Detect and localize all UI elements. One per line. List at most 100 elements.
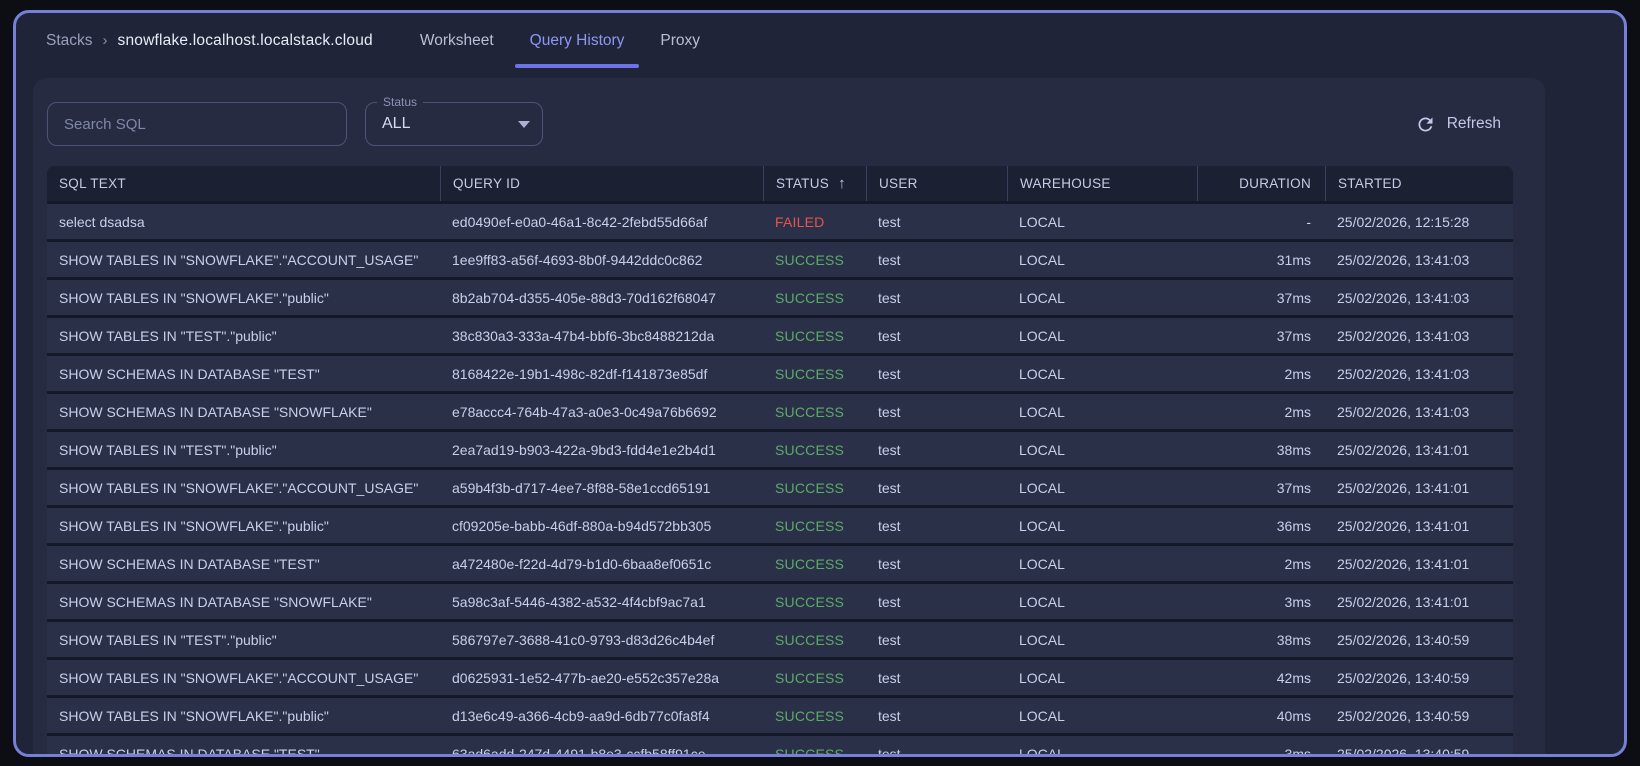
cell-user: test <box>878 517 901 534</box>
status-badge: SUCCESS <box>775 707 845 724</box>
cell-sql-text: SHOW SCHEMAS IN DATABASE "TEST" <box>59 365 320 382</box>
table-row[interactable]: SHOW TABLES IN "TEST"."public" 586797e7-… <box>47 622 1513 657</box>
cell-user: test <box>878 441 901 458</box>
column-header-started[interactable]: STARTED <box>1325 166 1513 201</box>
table-header-row: SQL TEXT QUERY ID STATUS ↑ USER WAREHOUSE DURA… <box>47 166 1513 201</box>
table-row[interactable]: select dsadsa ed0490ef-e0a0-46a1-8c42-2f… <box>47 204 1513 239</box>
cell-duration: 31ms <box>1276 251 1311 268</box>
column-header-status[interactable]: STATUS ↑ <box>763 166 866 201</box>
table-row[interactable]: SHOW TABLES IN "TEST"."public" 38c830a3-… <box>47 318 1513 353</box>
cell-warehouse: LOCAL <box>1019 631 1065 648</box>
cell-sql-text: SHOW TABLES IN "SNOWFLAKE"."public" <box>59 517 329 534</box>
cell-warehouse: LOCAL <box>1019 593 1065 610</box>
cell-query-id: cf09205e-babb-46df-880a-b94d572bb305 <box>452 517 712 534</box>
tab-query-history[interactable]: Query History <box>514 13 640 68</box>
cell-query-id: 8168422e-19b1-498c-82df-f141873e85df <box>452 365 708 382</box>
cell-user: test <box>878 403 901 420</box>
cell-sql-text: SHOW TABLES IN "SNOWFLAKE"."public" <box>59 707 329 724</box>
cell-duration: 2ms <box>1284 403 1311 420</box>
cell-started: 25/02/2026, 13:41:01 <box>1337 517 1470 534</box>
cell-started: 25/02/2026, 13:41:03 <box>1337 251 1470 268</box>
cell-query-id: a59b4f3b-d717-4ee7-8f88-58e1ccd65191 <box>452 479 711 496</box>
status-filter-select[interactable]: Status ALL <box>365 95 543 146</box>
cell-started: 25/02/2026, 13:41:03 <box>1337 289 1470 306</box>
column-header-sql-text[interactable]: SQL TEXT <box>47 166 440 201</box>
table-row[interactable]: SHOW TABLES IN "SNOWFLAKE"."public" cf09… <box>47 508 1513 543</box>
table-controls: Status ALL Refresh <box>47 95 1545 146</box>
status-filter-value: ALL <box>382 115 411 132</box>
cell-sql-text: SHOW SCHEMAS IN DATABASE "SNOWFLAKE" <box>59 593 372 610</box>
cell-sql-text: SHOW SCHEMAS IN DATABASE "SNOWFLAKE" <box>59 403 372 420</box>
table-row[interactable]: SHOW SCHEMAS IN DATABASE "TEST" 8168422e… <box>47 356 1513 391</box>
table-row[interactable]: SHOW SCHEMAS IN DATABASE "SNOWFLAKE" e78… <box>47 394 1513 429</box>
breadcrumb-stacks-link[interactable]: Stacks <box>46 32 93 50</box>
cell-duration: 38ms <box>1276 441 1311 458</box>
table-row[interactable]: SHOW SCHEMAS IN DATABASE "TEST" a472480e… <box>47 546 1513 581</box>
status-badge: SUCCESS <box>775 745 845 757</box>
cell-query-id: 8b2ab704-d355-405e-88d3-70d162f68047 <box>452 289 716 306</box>
status-badge: SUCCESS <box>775 365 845 382</box>
table-row[interactable]: SHOW TABLES IN "TEST"."public" 2ea7ad19-… <box>47 432 1513 467</box>
cell-started: 25/02/2026, 13:41:01 <box>1337 479 1470 496</box>
search-input[interactable] <box>47 102 347 146</box>
column-header-query-id[interactable]: QUERY ID <box>440 166 763 201</box>
table-row[interactable]: SHOW SCHEMAS IN DATABASE "TEST" 63ad6add… <box>47 736 1513 757</box>
cell-started: 25/02/2026, 13:41:01 <box>1337 555 1470 572</box>
cell-sql-text: SHOW TABLES IN "SNOWFLAKE"."ACCOUNT_USAG… <box>59 669 419 686</box>
cell-query-id: 38c830a3-333a-47b4-bbf6-3bc8488212da <box>452 327 715 344</box>
sort-asc-icon: ↑ <box>838 175 846 192</box>
table-row[interactable]: SHOW TABLES IN "SNOWFLAKE"."ACCOUNT_USAG… <box>47 470 1513 505</box>
cell-user: test <box>878 555 901 572</box>
tab-proxy[interactable]: Proxy <box>645 13 715 68</box>
cell-sql-text: SHOW TABLES IN "SNOWFLAKE"."public" <box>59 289 329 306</box>
column-header-duration[interactable]: DURATION <box>1197 166 1325 201</box>
query-history-table: SQL TEXT QUERY ID STATUS ↑ USER WAREHOUSE DURA… <box>47 166 1513 757</box>
table-row[interactable]: SHOW SCHEMAS IN DATABASE "SNOWFLAKE" 5a9… <box>47 584 1513 619</box>
cell-started: 25/02/2026, 13:41:03 <box>1337 365 1470 382</box>
cell-user: test <box>878 251 901 268</box>
cell-user: test <box>878 593 901 610</box>
status-badge: SUCCESS <box>775 555 845 572</box>
table-row[interactable]: SHOW TABLES IN "SNOWFLAKE"."ACCOUNT_USAG… <box>47 660 1513 695</box>
refresh-icon <box>1418 117 1433 131</box>
table-row[interactable]: SHOW TABLES IN "SNOWFLAKE"."ACCOUNT_USAG… <box>47 242 1513 277</box>
cell-duration: 2ms <box>1284 365 1311 382</box>
refresh-button[interactable]: Refresh <box>1415 114 1501 135</box>
status-badge: SUCCESS <box>775 479 845 496</box>
cell-sql-text: SHOW TABLES IN "TEST"."public" <box>59 631 277 648</box>
tab-worksheet[interactable]: Worksheet <box>405 13 509 68</box>
cell-warehouse: LOCAL <box>1019 327 1065 344</box>
cell-sql-text: SHOW SCHEMAS IN DATABASE "TEST" <box>59 555 320 572</box>
table-row[interactable]: SHOW TABLES IN "SNOWFLAKE"."public" 8b2a… <box>47 280 1513 315</box>
query-history-panel: Status ALL Refresh SQL TEXTQUERY IDSTATU… <box>33 78 1545 757</box>
cell-query-id: 586797e7-3688-41c0-9793-d83d26c4b4ef <box>452 631 715 648</box>
table-row[interactable]: SHOW TABLES IN "SNOWFLAKE"."public" d13e… <box>47 698 1513 733</box>
status-badge: SUCCESS <box>775 593 845 610</box>
cell-user: test <box>878 327 901 344</box>
cell-query-id: a472480e-f22d-4d79-b1d0-6baa8ef0651c <box>452 555 712 572</box>
cell-query-id: e78accc4-764b-47a3-a0e3-0c49a76b6692 <box>452 403 717 420</box>
cell-warehouse: LOCAL <box>1019 289 1065 306</box>
cell-started: 25/02/2026, 13:40:59 <box>1337 707 1470 724</box>
cell-warehouse: LOCAL <box>1019 403 1065 420</box>
status-badge: SUCCESS <box>775 517 845 534</box>
cell-started: 25/02/2026, 13:41:01 <box>1337 593 1470 610</box>
cell-started: 25/02/2026, 13:41:03 <box>1337 327 1470 344</box>
column-header-user[interactable]: USER <box>866 166 1007 201</box>
status-badge: SUCCESS <box>775 251 845 268</box>
tab-bar: Worksheet Query History Proxy <box>405 13 715 68</box>
column-header-warehouse[interactable]: WAREHOUSE <box>1007 166 1197 201</box>
cell-warehouse: LOCAL <box>1019 251 1065 268</box>
cell-duration: 37ms <box>1276 289 1311 306</box>
cell-user: test <box>878 631 901 648</box>
cell-sql-text: SHOW TABLES IN "SNOWFLAKE"."ACCOUNT_USAG… <box>59 479 419 496</box>
cell-duration: 38ms <box>1276 631 1311 648</box>
cell-started: 25/02/2026, 13:41:03 <box>1337 403 1470 420</box>
breadcrumb-separator-icon: › <box>102 32 108 49</box>
cell-sql-text: SHOW SCHEMAS IN DATABASE "TEST" <box>59 745 320 757</box>
cell-warehouse: LOCAL <box>1019 707 1065 724</box>
cell-sql-text: SHOW TABLES IN "TEST"."public" <box>59 327 277 344</box>
cell-user: test <box>878 745 901 757</box>
status-badge: FAILED <box>775 213 825 230</box>
table-body: select dsadsa ed0490ef-e0a0-46a1-8c42-2f… <box>47 204 1513 757</box>
